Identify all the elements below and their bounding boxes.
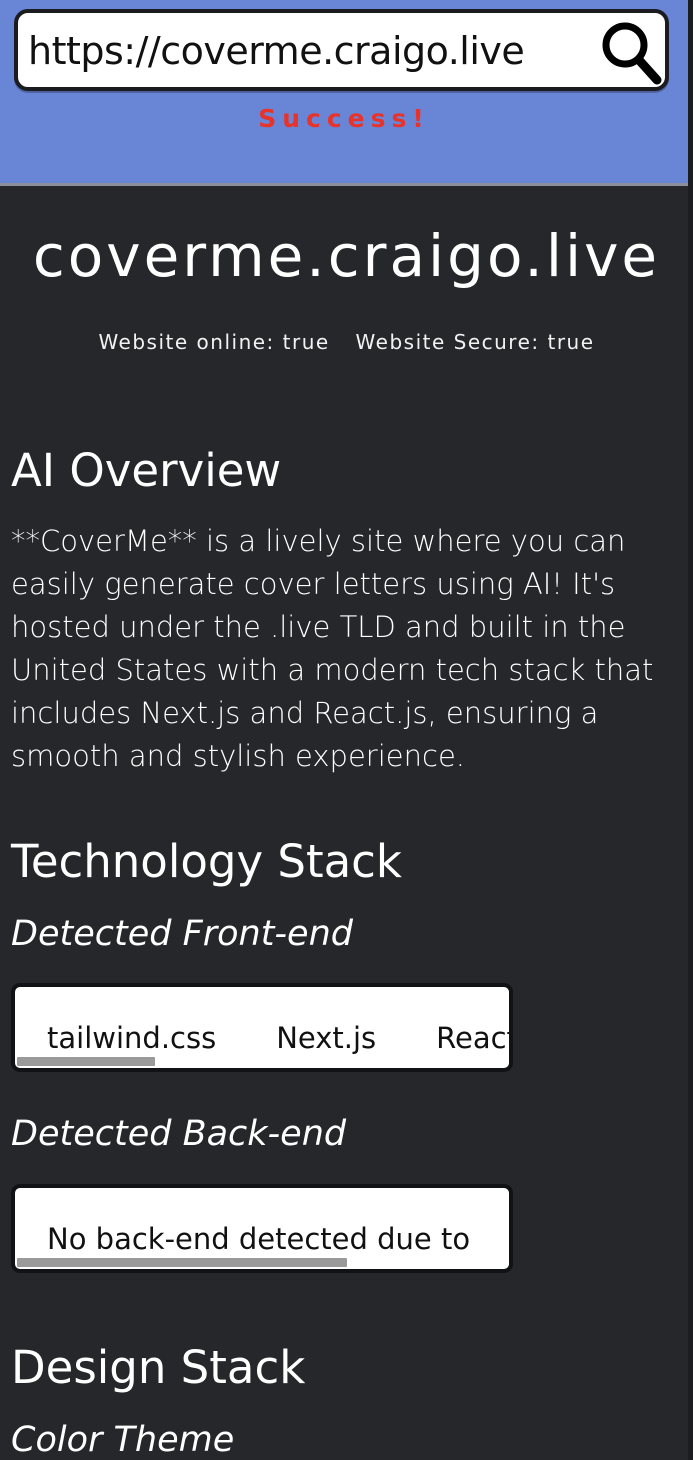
secure-status: Website Secure: true — [355, 330, 595, 354]
backend-chip-row: No back-end detected due to — [47, 1222, 470, 1256]
url-input[interactable] — [28, 23, 588, 79]
url-search-bar — [14, 9, 669, 91]
search-icon — [602, 22, 662, 85]
status-message: Success! — [258, 104, 430, 133]
backend-heading: Detected Back-end — [11, 1114, 347, 1154]
header-bar: Success! — [0, 0, 688, 186]
ai-overview-text: **CoverMe** is a lively site where you c… — [11, 524, 654, 773]
color-theme-heading: Color Theme — [11, 1420, 235, 1460]
site-title: coverme.craigo.live — [32, 222, 661, 290]
site-status-line: Website online: true Website Secure: tru… — [0, 330, 693, 354]
frontend-scrollbar[interactable] — [17, 1057, 155, 1066]
frontend-heading: Detected Front-end — [11, 914, 353, 954]
design-stack-heading: Design Stack — [11, 1341, 306, 1394]
frontend-chip-row: tailwind.css Next.js React.js — [47, 1021, 509, 1055]
search-button[interactable] — [597, 17, 663, 87]
page-edge — [688, 0, 693, 1460]
ai-overview-heading: AI Overview — [11, 444, 282, 497]
frontend-list[interactable]: tailwind.css Next.js React.js — [11, 983, 513, 1072]
online-status: Website online: true — [98, 330, 330, 354]
backend-list[interactable]: No back-end detected due to — [11, 1184, 513, 1273]
technology-stack-heading: Technology Stack — [11, 835, 402, 888]
list-item: No back-end detected due to — [47, 1222, 471, 1256]
backend-scrollbar[interactable] — [17, 1258, 347, 1267]
list-item: Next.js — [276, 1021, 377, 1055]
list-item: tailwind.css — [47, 1021, 217, 1055]
list-item: React.js — [436, 1021, 509, 1055]
